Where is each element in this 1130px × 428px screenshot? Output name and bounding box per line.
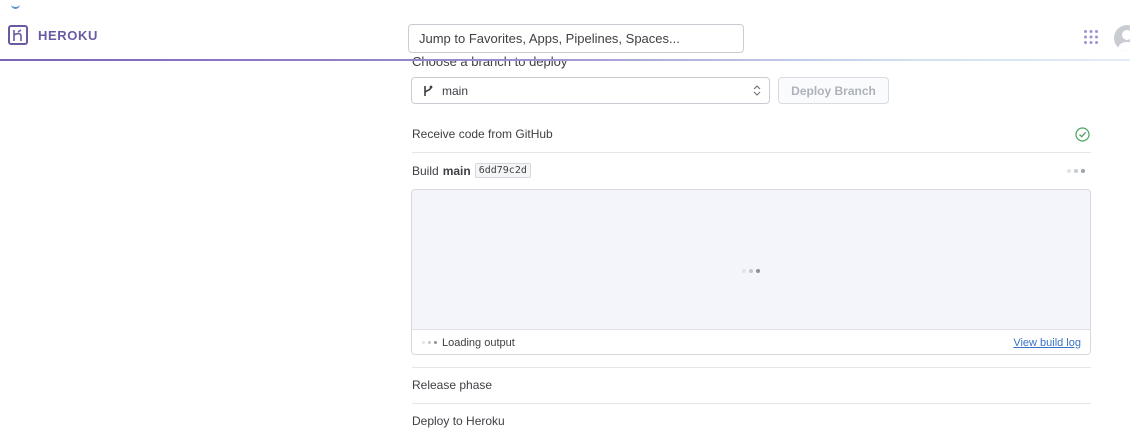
deploy-to-heroku-label: Deploy to Heroku	[412, 414, 505, 428]
build-output-area	[412, 190, 1090, 329]
build-branch-name: main	[442, 163, 471, 178]
view-build-log-link[interactable]: View build log	[1013, 337, 1081, 349]
deploy-branch-button[interactable]: Deploy Branch	[778, 77, 889, 104]
row-divider	[412, 152, 1091, 153]
build-loading-dots-icon	[1067, 169, 1085, 173]
loading-output-label: Loading output	[442, 337, 515, 349]
commit-hash-badge: 6dd79c2d	[474, 163, 531, 178]
build-output-panel: Loading output View build log	[411, 189, 1091, 355]
loading-output-dots-icon	[422, 341, 437, 344]
build-heading: Build main 6dd79c2d	[412, 163, 531, 178]
row-divider	[412, 367, 1091, 368]
top-edge-mark	[11, 3, 20, 9]
search-input[interactable]: Jump to Favorites, Apps, Pipelines, Spac…	[408, 24, 744, 53]
deploy-section-heading: Choose a branch to deploy	[412, 54, 568, 69]
git-branch-icon	[424, 85, 433, 96]
user-avatar[interactable]	[1114, 25, 1130, 51]
build-prefix: Build	[412, 163, 439, 178]
heroku-logo-icon	[8, 25, 28, 45]
select-updown-icon	[753, 85, 761, 96]
row-divider	[412, 403, 1091, 404]
release-phase-label: Release phase	[412, 378, 493, 392]
brand-name: HEROKU	[38, 27, 98, 43]
receive-code-label: Receive code from GitHub	[412, 127, 553, 141]
branch-select-value: main	[442, 83, 469, 98]
apps-grid-icon[interactable]	[1083, 29, 1099, 45]
check-circle-icon	[1075, 127, 1090, 142]
top-navigation-bar: HEROKU Jump to Favorites, Apps, Pipeline…	[0, 0, 1130, 60]
branch-select[interactable]: main	[411, 77, 770, 104]
heroku-brand[interactable]: HEROKU	[8, 25, 98, 45]
header-gradient-line	[0, 59, 1130, 61]
build-output-footer: Loading output View build log	[412, 329, 1090, 354]
output-spinner-icon	[742, 269, 760, 273]
